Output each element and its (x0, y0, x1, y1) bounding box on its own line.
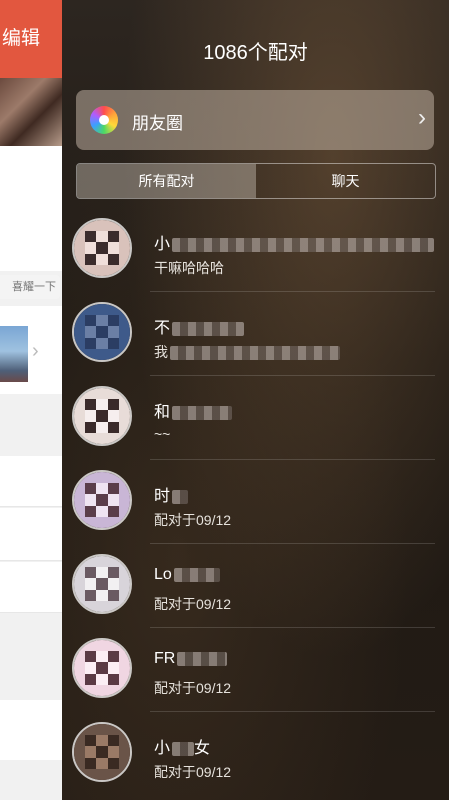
match-name: FR (154, 650, 228, 668)
match-name: 和 (154, 398, 233, 422)
chevron-right-icon: › (418, 104, 426, 131)
avatar-pixel (118, 768, 130, 780)
redacted-text (172, 321, 245, 336)
avatar[interactable] (72, 470, 132, 530)
background-cover-photo (0, 78, 62, 146)
background-thumbnail (0, 326, 28, 382)
list-item[interactable]: 不 我 (62, 292, 449, 376)
avatar-pixel (118, 684, 130, 696)
moments-icon (90, 106, 118, 134)
background-list-row[interactable] (0, 508, 62, 560)
list-item[interactable]: 小 干嘛哈哈哈 (62, 208, 449, 292)
avatar[interactable] (72, 218, 132, 278)
match-last-message: ~~ (154, 426, 171, 442)
list-item[interactable]: 和 ~~ (62, 376, 449, 460)
background-list-row[interactable] (0, 456, 62, 506)
redacted-text (172, 405, 233, 420)
match-date: 配对于09/12 (154, 764, 232, 780)
match-name: 小女 (154, 740, 211, 757)
match-list: 小 干嘛哈哈哈 不 我 和 ~~ 时 配对于09/12 Lo 配对于09/12 (62, 208, 449, 796)
redacted-text (172, 237, 435, 252)
avatar-pixel (118, 348, 130, 360)
divider (0, 506, 62, 507)
list-item[interactable]: 时 配对于09/12 (62, 460, 449, 544)
background-list-row[interactable] (0, 700, 62, 760)
background-edit-button[interactable]: 编辑 (0, 0, 62, 78)
redacted-text (172, 489, 189, 504)
match-date: 配对于09/12 (154, 596, 232, 612)
matches-panel: 1086个配对 朋友圈 › 所有配对 聊天 小 干嘛哈哈哈 不 我 和 ~~ 时… (62, 0, 449, 800)
avatar-pixel (118, 600, 130, 612)
divider (0, 560, 62, 561)
match-date: 配对于09/12 (154, 512, 232, 528)
background-list-row[interactable] (0, 562, 62, 612)
match-date: 配对于09/12 (154, 680, 232, 696)
match-filter-tabs: 所有配对 聊天 (76, 163, 436, 199)
background-app: 编辑 喜耀一下 › (0, 0, 62, 800)
chevron-right-icon: › (32, 340, 39, 362)
redacted-text (172, 741, 195, 756)
background-chip[interactable]: 喜耀一下 (0, 275, 60, 299)
list-item[interactable]: FR 配对于09/12 (62, 628, 449, 712)
background-content-card (0, 146, 62, 271)
page-title: 1086个配对 (203, 42, 308, 64)
avatar[interactable] (72, 638, 132, 698)
match-last-message: 干嘛哈哈哈 (154, 260, 224, 276)
redacted-text (173, 567, 220, 582)
avatar-pixel (118, 516, 130, 528)
avatar[interactable] (72, 554, 132, 614)
list-item[interactable]: Lo 配对于09/12 (62, 544, 449, 628)
match-name: Lo (154, 566, 220, 584)
moments-label: 朋友圈 (132, 114, 183, 133)
avatar[interactable] (72, 386, 132, 446)
match-last-message: 我 (154, 342, 340, 362)
match-name: 时 (154, 482, 189, 506)
redacted-text (170, 346, 340, 361)
avatar[interactable] (72, 722, 132, 782)
redacted-text (177, 651, 228, 666)
avatar-pixel (118, 432, 130, 444)
moments-button[interactable]: 朋友圈 › (76, 90, 434, 150)
avatar-pixel (118, 264, 130, 276)
avatar[interactable] (72, 302, 132, 362)
match-name: 小 (154, 230, 435, 254)
tab-all-matches[interactable]: 所有配对 (77, 164, 256, 198)
tab-chat[interactable]: 聊天 (256, 164, 435, 198)
divider (0, 612, 62, 613)
match-name: 不 (154, 314, 245, 338)
list-item[interactable]: 小女 配对于09/12 (62, 712, 449, 796)
